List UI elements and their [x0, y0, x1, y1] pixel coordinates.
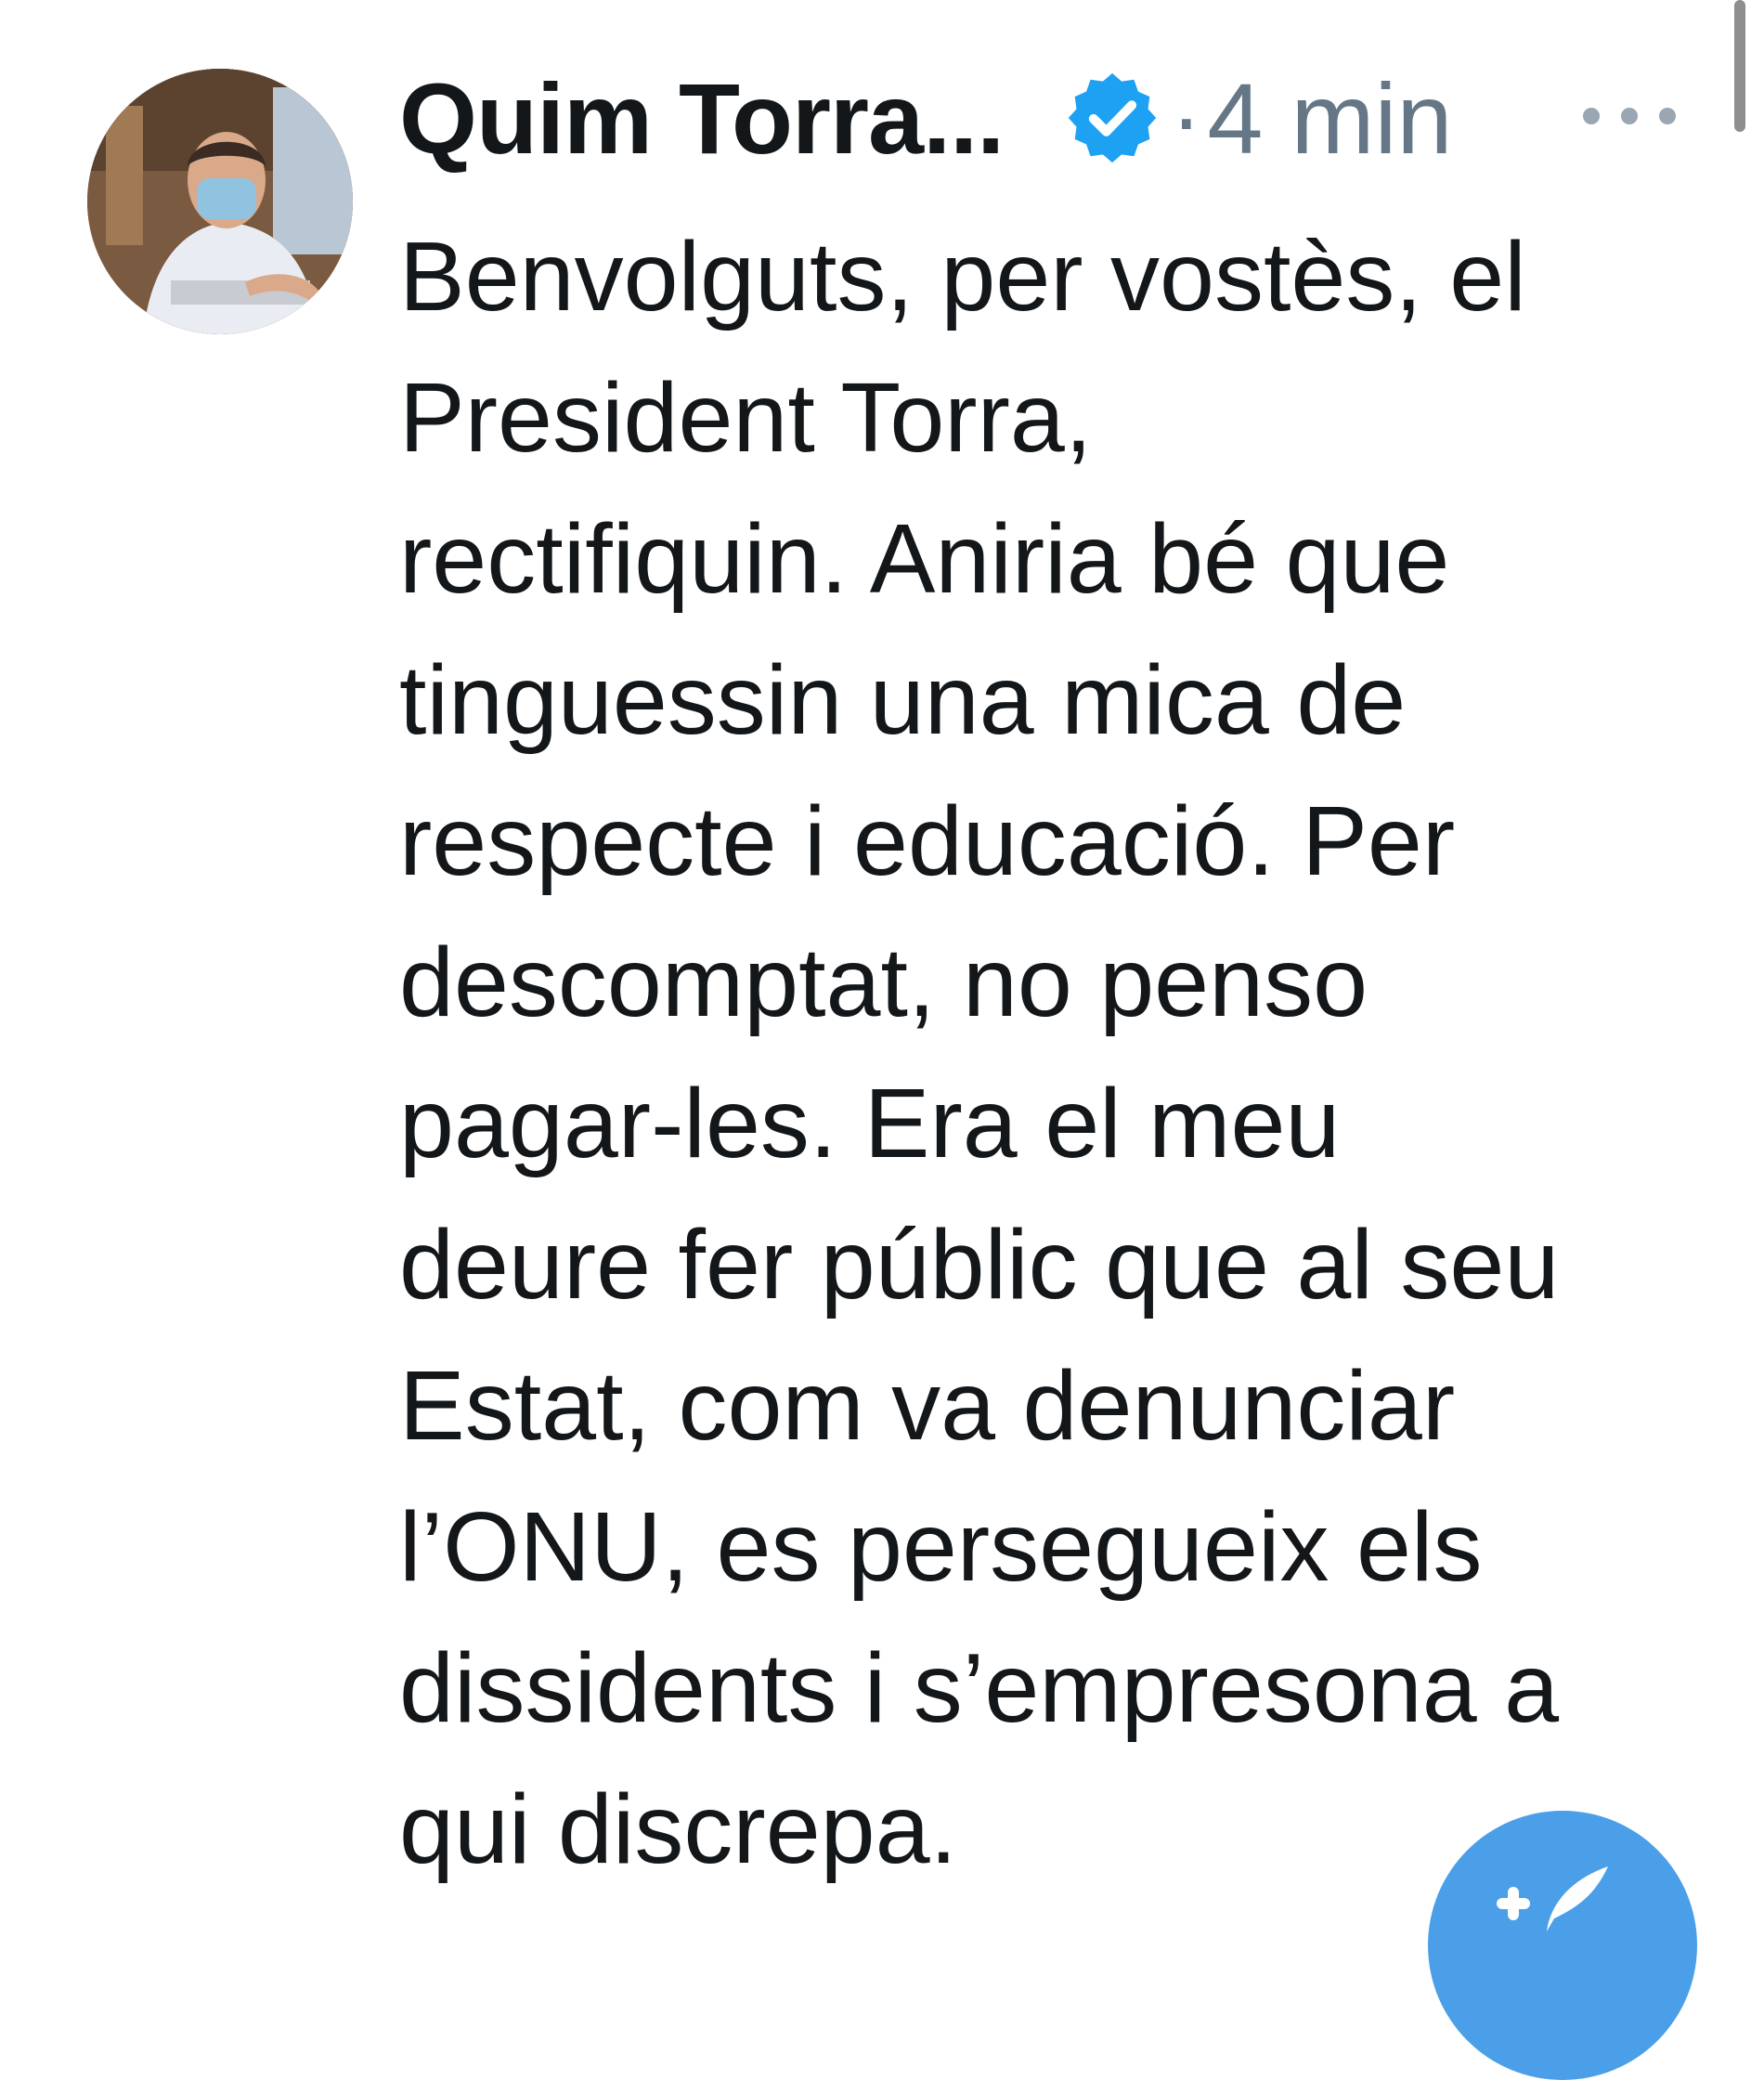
tweet-text-line: deure fer públic que al seu: [399, 1210, 1560, 1320]
more-dot: [1583, 108, 1600, 124]
tweet-text-line: President Torra,: [399, 363, 1093, 473]
tweet-text-line: descomptat, no penso: [399, 928, 1368, 1037]
tweet[interactable]: Quim Torra... · 4 min Benvolguts, per vo…: [0, 0, 1764, 2080]
verified-badge-icon: [1061, 67, 1163, 169]
tweet-timestamp[interactable]: 4 min: [1207, 60, 1452, 176]
scrollbar[interactable]: [1734, 0, 1745, 132]
more-options-icon[interactable]: [1583, 102, 1676, 130]
tweet-text: Benvolguts, per vostès, el President Tor…: [399, 206, 1718, 1900]
tweet-text-line: l’ONU, es persegueix els: [399, 1492, 1483, 1602]
compose-tweet-icon: [1497, 1866, 1608, 1931]
tweet-text-line: Estat, com va denunciar: [399, 1351, 1456, 1461]
tweet-header: Quim Torra... · 4 min: [399, 58, 1453, 178]
more-dot: [1621, 108, 1638, 124]
tweet-text-line: pagar-les. Era el meu: [399, 1069, 1341, 1178]
tweet-text-line: tinguessin una mica de: [399, 645, 1407, 755]
tweet-text-line: dissidents i s’empresona a: [399, 1633, 1560, 1743]
tweet-text-line: Benvolguts, per vostès, el: [399, 222, 1526, 332]
header-separator: ·: [1171, 65, 1202, 170]
author-name[interactable]: Quim Torra...: [399, 60, 1005, 176]
tweet-text-line: rectifiquin. Aniria bé que: [399, 504, 1450, 614]
avatar[interactable]: [87, 69, 353, 334]
tweet-text-line: respecte i educació. Per: [399, 786, 1456, 896]
more-dot: [1659, 108, 1676, 124]
profile-photo: [87, 69, 353, 334]
compose-tweet-button[interactable]: [1428, 1811, 1697, 2080]
